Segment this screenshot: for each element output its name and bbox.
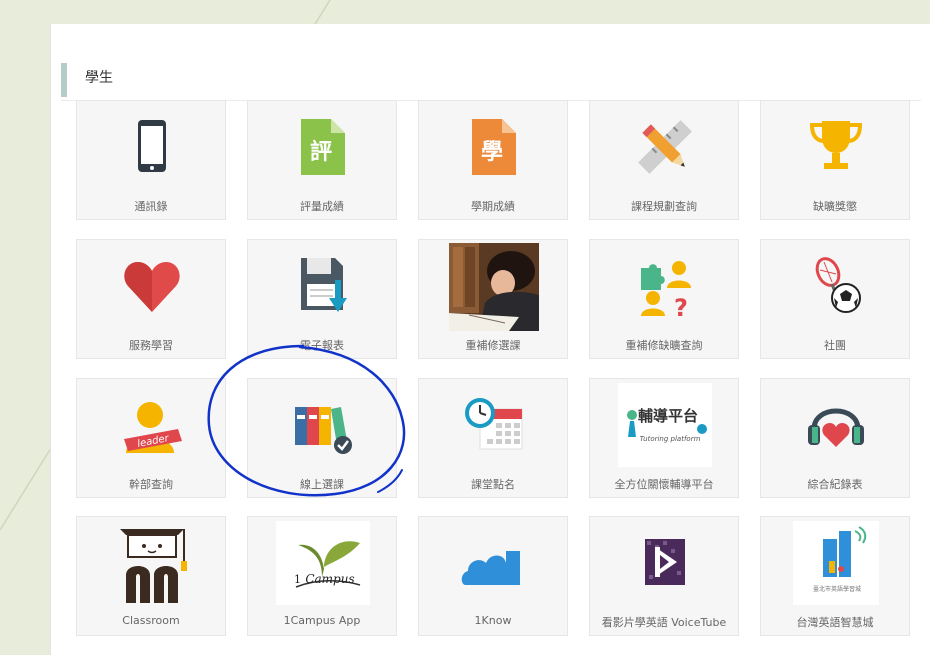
heart-icon bbox=[112, 246, 192, 326]
tile-class-roll-call[interactable]: 課堂點名 bbox=[418, 378, 568, 498]
tile-label: 電子報表 bbox=[300, 339, 344, 352]
phone-icon bbox=[112, 107, 192, 187]
grade-document-icon: 評 bbox=[283, 107, 363, 187]
tile-service-learning[interactable]: 服務學習 bbox=[76, 239, 226, 359]
floppy-download-icon bbox=[283, 246, 363, 326]
tile-label: 1Know bbox=[474, 614, 512, 627]
tile-label: 缺曠獎懲 bbox=[813, 200, 857, 213]
campus-logo-text: Campus bbox=[305, 572, 354, 586]
pencil-ruler-icon bbox=[625, 107, 705, 187]
tile-label: 課程規劃查詢 bbox=[631, 200, 697, 213]
tile-label: 1Campus App bbox=[283, 614, 361, 627]
tile-voicetube[interactable]: 看影片學英語 VoiceTube bbox=[589, 516, 739, 636]
tile-taiwan-english-city[interactable]: 臺北市英語學習城 台灣英語智慧城 bbox=[760, 516, 910, 636]
tutoring-logo-subtext: Tutoring platform bbox=[640, 435, 701, 443]
binders-check-icon bbox=[283, 385, 363, 465]
tile-electronic-reports[interactable]: 電子報表 bbox=[247, 239, 397, 359]
tile-label: 學期成績 bbox=[471, 200, 515, 213]
headphones-heart-icon bbox=[796, 385, 876, 465]
tile-1know[interactable]: 1Know bbox=[418, 516, 568, 636]
tile-label: Classroom bbox=[122, 614, 180, 627]
semester-document-icon: 學 bbox=[454, 107, 534, 187]
tile-label: 重補修缺曠查詢 bbox=[625, 339, 703, 352]
english-city-logo-subtext: 臺北市英語學習城 bbox=[813, 585, 861, 593]
tile-label: 重補修選課 bbox=[465, 339, 521, 352]
section-title: 學生 bbox=[85, 70, 113, 86]
english-city-building-icon: 臺北市英語學習城 bbox=[793, 521, 879, 605]
tile-label: 綜合紀錄表 bbox=[807, 478, 863, 491]
tile-label: 通訊錄 bbox=[134, 200, 168, 213]
racket-ball-icon bbox=[796, 246, 876, 326]
student-panel: 學生 通訊錄 評 評量成績 學 學期成績 課程規劃查詢 缺曠獎懲 服務學習 電子… bbox=[50, 24, 930, 655]
tile-label: 服務學習 bbox=[129, 339, 173, 352]
section-accent-bar bbox=[61, 63, 67, 97]
tile-cadre-query[interactable]: leader 幹部查詢 bbox=[76, 378, 226, 498]
tile-classroom[interactable]: Classroom bbox=[76, 516, 226, 636]
tile-makeup-attendance-query[interactable]: ? 重補修缺曠查詢 bbox=[589, 239, 739, 359]
trophy-icon bbox=[796, 107, 876, 187]
voicetube-play-icon bbox=[625, 523, 705, 603]
tutoring-logo-text: 輔導平台 bbox=[638, 407, 698, 425]
tile-label: 社團 bbox=[824, 339, 846, 352]
svg-text:評: 評 bbox=[310, 139, 332, 165]
tile-label: 評量成績 bbox=[300, 200, 344, 213]
leader-icon: leader bbox=[112, 385, 192, 465]
cloud-icon bbox=[454, 523, 534, 603]
campus-logo-prefix: 1 bbox=[294, 573, 301, 586]
tile-label: 看影片學英語 VoiceTube bbox=[601, 616, 727, 629]
tile-attendance-awards[interactable]: 缺曠獎懲 bbox=[760, 100, 910, 220]
tutoring-platform-logo: 輔導平台 Tutoring platform bbox=[618, 383, 712, 467]
tile-label: 課堂點名 bbox=[471, 478, 515, 491]
tile-makeup-course-selection[interactable]: 重補修選課 bbox=[418, 239, 568, 359]
tile-comprehensive-record[interactable]: 綜合紀錄表 bbox=[760, 378, 910, 498]
clock-calendar-icon bbox=[454, 385, 534, 465]
tile-label: 幹部查詢 bbox=[129, 478, 173, 491]
campus-leaf-logo: 1 Campus bbox=[276, 521, 370, 605]
student-studying-photo bbox=[449, 243, 539, 331]
tile-clubs[interactable]: 社團 bbox=[760, 239, 910, 359]
tile-1campus-app[interactable]: 1 Campus 1Campus App bbox=[247, 516, 397, 636]
classroom-graduate-icon bbox=[112, 519, 192, 607]
puzzle-person-question-icon: ? bbox=[625, 246, 705, 326]
svg-text:學: 學 bbox=[481, 139, 503, 165]
tile-label: 全方位關懷輔導平台 bbox=[614, 478, 714, 491]
tile-comprehensive-care-platform[interactable]: 輔導平台 Tutoring platform 全方位關懷輔導平台 bbox=[589, 378, 739, 498]
svg-text:?: ? bbox=[674, 294, 688, 318]
section-header: 學生 bbox=[61, 43, 921, 101]
tile-online-course-selection[interactable]: 線上選課 bbox=[247, 378, 397, 498]
tile-label: 線上選課 bbox=[300, 478, 344, 491]
tile-semester-grades[interactable]: 學 學期成績 bbox=[418, 100, 568, 220]
tile-contacts[interactable]: 通訊錄 bbox=[76, 100, 226, 220]
tile-assessment-grades[interactable]: 評 評量成績 bbox=[247, 100, 397, 220]
tile-course-planning[interactable]: 課程規劃查詢 bbox=[589, 100, 739, 220]
tile-label: 台灣英語智慧城 bbox=[796, 616, 874, 629]
